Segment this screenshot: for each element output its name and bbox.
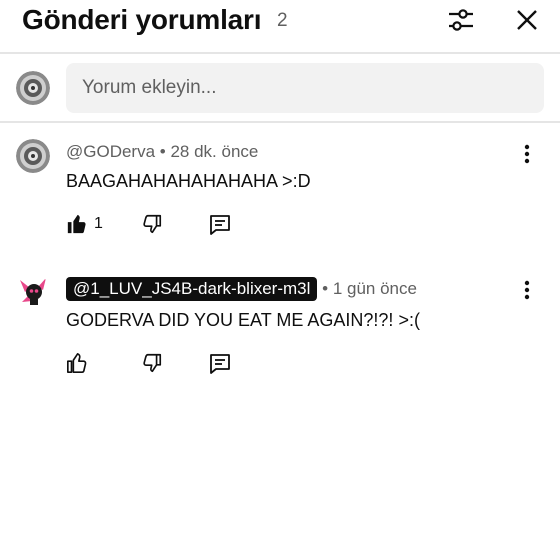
thumbs-up-icon	[67, 353, 87, 373]
thumbs-up-icon	[67, 214, 86, 234]
page-title: Gönderi yorumları	[22, 4, 262, 35]
reply-icon	[210, 215, 230, 235]
sliders-icon	[449, 9, 473, 31]
comment-meta: @1_LUV_JS4B-dark-blixer-m3l • 1 gün önce	[66, 277, 417, 301]
comment-author[interactable]: @1_LUV_JS4B-dark-blixer-m3l	[66, 277, 318, 301]
thumbs-down-icon	[143, 353, 162, 373]
thumbs-down-icon	[143, 214, 162, 234]
avatar[interactable]	[16, 139, 50, 173]
comment-meta: @GODerva • 28 dk. önce	[66, 142, 258, 162]
like-count: 1	[94, 215, 103, 232]
dislike-button[interactable]	[141, 213, 163, 235]
comment-count: 2	[277, 10, 288, 31]
avatar	[16, 71, 50, 105]
filter-button[interactable]	[445, 4, 477, 36]
comment-text: BAAGAHAHAHAHAHAHA >:D	[66, 171, 311, 191]
close-icon	[517, 10, 537, 30]
header-divider	[0, 52, 560, 54]
more-options-button[interactable]	[515, 139, 539, 169]
reply-button[interactable]	[208, 352, 232, 376]
reply-button[interactable]	[208, 213, 232, 237]
reply-icon	[210, 354, 230, 374]
kebab-icon	[524, 144, 530, 164]
comment-text: GODERVA DID YOU EAT ME AGAIN?!?! >:(	[66, 310, 420, 330]
comments-header: Gönderi yorumları 2	[0, 0, 560, 52]
comment-author[interactable]: @GODerva	[66, 142, 155, 161]
comment-time: • 1 gün önce	[322, 279, 417, 298]
dislike-button[interactable]	[141, 352, 163, 374]
comment-time: • 28 dk. önce	[159, 142, 259, 161]
avatar[interactable]	[16, 274, 50, 308]
more-options-button[interactable]	[515, 275, 539, 305]
close-button[interactable]	[511, 4, 543, 36]
like-button[interactable]: 1	[66, 213, 103, 235]
comment-input[interactable]	[66, 63, 544, 113]
like-button[interactable]	[66, 352, 94, 374]
kebab-icon	[524, 280, 530, 300]
composer-divider	[0, 121, 560, 123]
